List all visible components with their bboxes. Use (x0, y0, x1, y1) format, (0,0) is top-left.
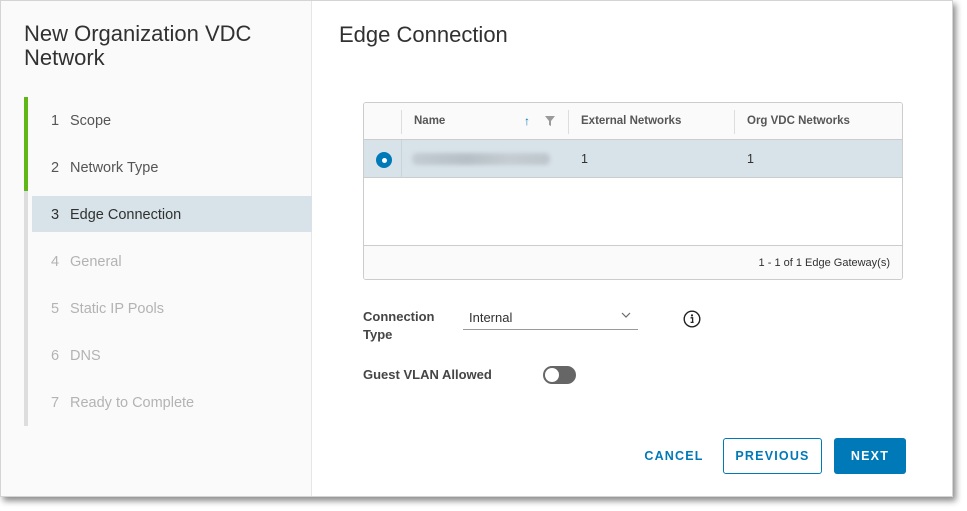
step-number: 2 (51, 159, 60, 176)
filter-icon[interactable] (545, 116, 555, 126)
pagination-summary: 1 - 1 of 1 Edge Gateway(s) (758, 257, 890, 269)
column-divider (401, 110, 402, 134)
wizard-sidebar: New Organization VDC Network 1 Scope 2 N… (1, 1, 312, 496)
sort-ascending-icon[interactable]: ↑ (524, 114, 530, 128)
column-divider (568, 110, 569, 134)
connection-type-select[interactable]: Internal (463, 306, 638, 330)
cell-external-networks: 1 (581, 152, 588, 166)
step-number: 6 (51, 347, 60, 364)
step-number: 4 (51, 253, 60, 270)
guest-vlan-toggle[interactable] (543, 366, 576, 384)
cell-org-vdc-networks: 1 (747, 152, 754, 166)
next-button[interactable]: NEXT (834, 438, 906, 474)
wizard-title: New Organization VDC Network (24, 21, 252, 70)
step-label: Scope (70, 112, 112, 129)
step-label: General (70, 253, 122, 270)
radio-dot (381, 157, 387, 163)
wizard-dialog: New Organization VDC Network 1 Scope 2 N… (0, 0, 953, 497)
connection-type-value: Internal (469, 310, 513, 325)
column-divider (401, 140, 402, 178)
step-number: 3 (51, 206, 60, 223)
column-header-org-vdc-networks[interactable]: Org VDC Networks (747, 115, 850, 127)
step-edge-connection[interactable]: 3 Edge Connection (24, 191, 312, 238)
step-general: 4 General (24, 238, 312, 285)
grid-header: Name ↑ External Networks Org VDC Network… (364, 103, 902, 140)
info-icon[interactable] (683, 310, 701, 328)
column-header-name[interactable]: Name (414, 115, 445, 127)
guest-vlan-label: Guest VLAN Allowed (363, 367, 492, 382)
chevron-down-icon (621, 312, 631, 318)
step-ready-to-complete: 7 Ready to Complete (24, 379, 312, 426)
table-row[interactable]: 1 1 (364, 140, 902, 178)
step-static-ip-pools: 5 Static IP Pools (24, 285, 312, 332)
step-label: Network Type (70, 159, 159, 176)
wizard-steps: 1 Scope 2 Network Type 3 Edge Connection… (24, 97, 312, 426)
toggle-knob (545, 368, 559, 382)
column-header-external-networks[interactable]: External Networks (581, 115, 681, 127)
edge-gateway-name-redacted (412, 153, 550, 165)
step-network-type[interactable]: 2 Network Type (24, 144, 312, 191)
row-select-radio[interactable] (376, 152, 392, 168)
page-title: Edge Connection (339, 22, 508, 47)
step-label: Static IP Pools (70, 300, 165, 317)
previous-button[interactable]: PREVIOUS (723, 438, 822, 474)
step-label: Edge Connection (70, 206, 182, 223)
step-number: 7 (51, 394, 60, 411)
connection-type-label: Connection Type (363, 309, 435, 342)
cancel-button[interactable]: CANCEL (635, 438, 713, 474)
edge-gateway-grid: Name ↑ External Networks Org VDC Network… (363, 102, 903, 280)
step-label: Ready to Complete (70, 394, 195, 411)
step-number: 1 (51, 112, 60, 129)
step-number: 5 (51, 300, 60, 317)
step-label: DNS (70, 347, 101, 364)
step-dns: 6 DNS (24, 332, 312, 379)
grid-footer: 1 - 1 of 1 Edge Gateway(s) (364, 245, 902, 279)
step-scope[interactable]: 1 Scope (24, 97, 312, 144)
column-divider (734, 110, 735, 134)
